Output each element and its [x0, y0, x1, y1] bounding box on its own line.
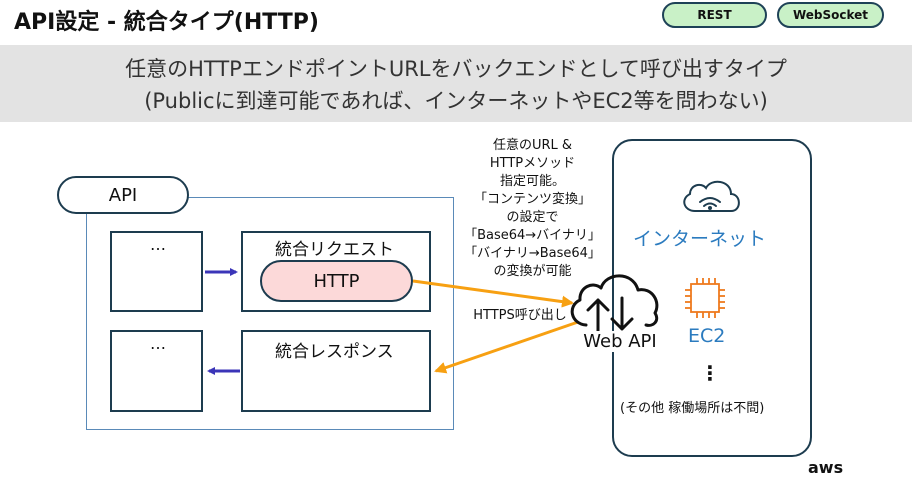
conversion-note-line: の変換が可能	[493, 264, 572, 279]
more-ellipsis: ⋮	[700, 361, 720, 385]
return-orange-arrow	[434, 320, 579, 374]
conversion-note-line: 「Base64→バイナリ」	[464, 228, 601, 243]
conversion-note-line: HTTPメソッド	[489, 156, 576, 171]
ec2-label: EC2	[688, 325, 726, 347]
outbound-orange-arrow	[412, 279, 574, 308]
conversion-note-line: 「バイナリ→Base64」	[464, 246, 601, 261]
other-location-note: (その他 稼働場所は不問)	[620, 401, 765, 416]
internet-cloud-icon	[683, 180, 740, 212]
conversion-note-line: 指定可能。	[499, 174, 565, 189]
internet-label: インターネット	[633, 228, 767, 250]
conversion-note-line: 任意のURL &	[492, 138, 573, 153]
ec2-chip-icon	[685, 278, 725, 318]
web-api-label: Web API	[572, 331, 668, 352]
aws-logo-fragment: aws	[808, 458, 844, 477]
conversion-note-line: の設定で	[506, 210, 559, 225]
https-call-label: HTTPS呼び出し	[473, 308, 567, 323]
conversion-note-line: 「コンテンツ変換」	[473, 192, 591, 207]
conversion-note: 任意のURL & HTTPメソッド 指定可能。「コンテンツ変換」 の設定で「Base6…	[455, 137, 610, 281]
